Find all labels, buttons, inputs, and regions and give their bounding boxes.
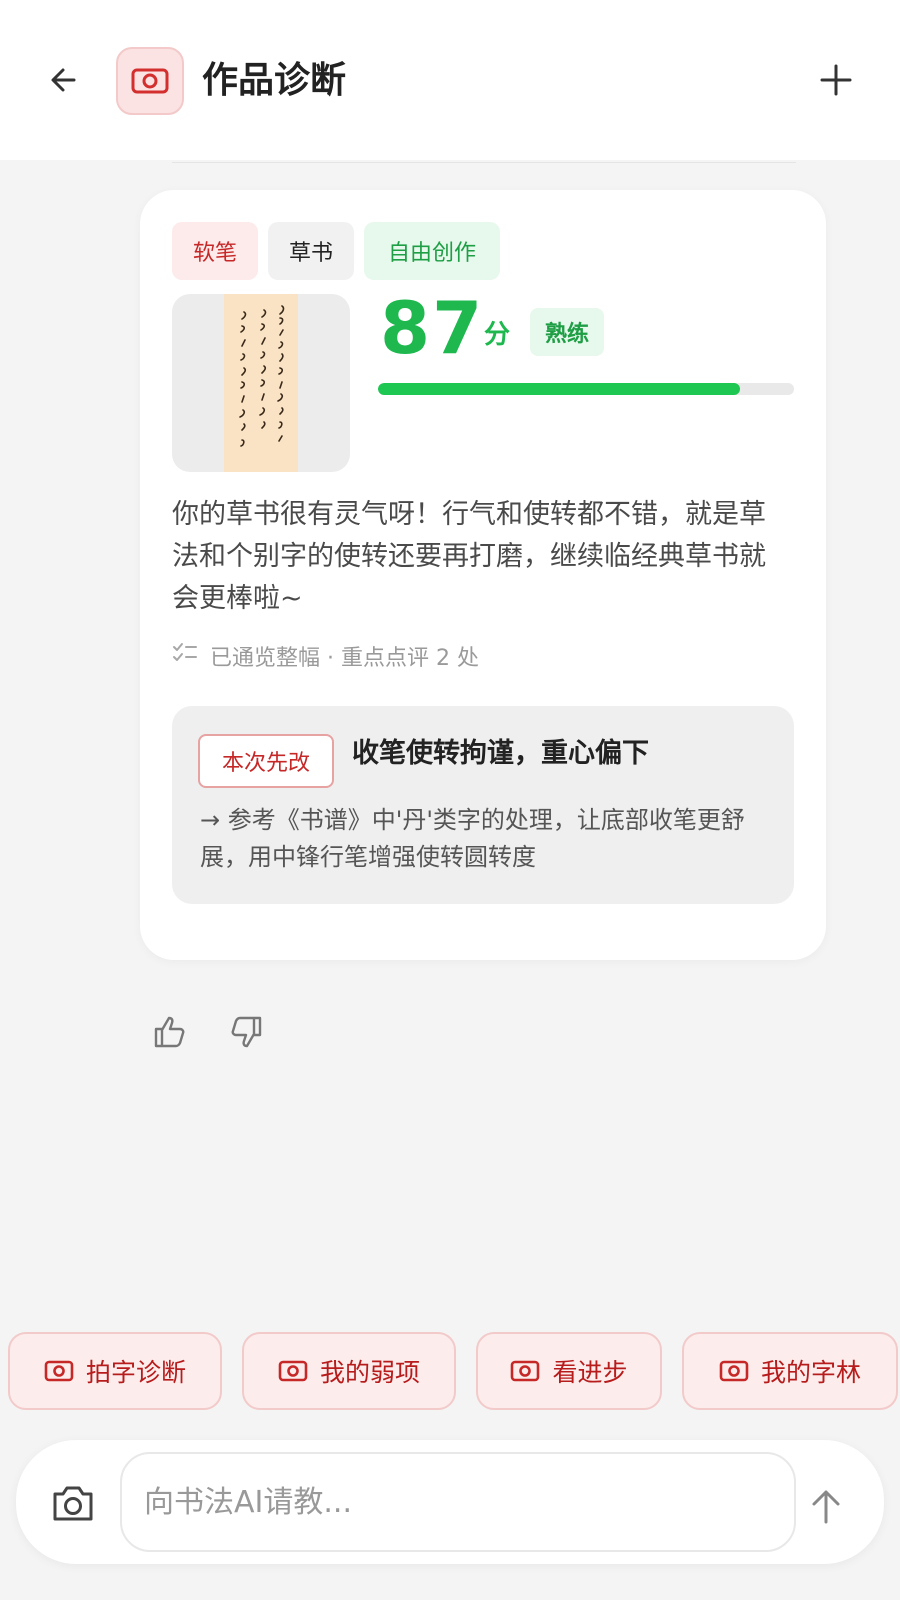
- app-header: 作品诊断: [0, 0, 900, 160]
- quick-action-my-collection[interactable]: 我的字林: [682, 1332, 898, 1410]
- send-arrow-icon[interactable]: [804, 1484, 848, 1528]
- overview-line: 已通览整幅 · 重点点评 2 处: [172, 640, 479, 672]
- chip-label: 看进步: [552, 1358, 628, 1387]
- camera-badge-icon: [116, 47, 184, 115]
- camera-badge-icon: [278, 1360, 308, 1382]
- calligraphy-image: [224, 294, 298, 472]
- score-unit: 分: [484, 320, 511, 350]
- artwork-thumbnail[interactable]: [172, 294, 350, 472]
- quick-action-photo-diagnose[interactable]: 拍字诊断: [8, 1332, 222, 1410]
- tag-script-style: 草书: [268, 222, 354, 280]
- chip-label: 我的弱项: [319, 1358, 420, 1387]
- diagnosis-card: 软笔 草书 自由创作 87 分 熟练 你的草书很有灵气呀！行气和使转都不错，就是…: [140, 190, 826, 960]
- camera-badge-icon: [719, 1360, 749, 1382]
- chip-label: 拍字诊断: [85, 1358, 186, 1387]
- score-progress-bar: [378, 383, 794, 395]
- checklist-icon: [172, 642, 198, 670]
- chip-label: 我的字林: [760, 1358, 861, 1387]
- back-arrow-icon[interactable]: [40, 56, 88, 104]
- camera-badge-icon: [44, 1360, 74, 1382]
- thumbs-up-icon[interactable]: [152, 1014, 188, 1050]
- tag-work-mode: 自由创作: [364, 222, 500, 280]
- level-badge: 熟练: [530, 308, 604, 356]
- plus-icon[interactable]: [812, 56, 860, 104]
- overview-text: 已通览整幅 · 重点点评 2 处: [210, 646, 479, 671]
- thumbs-down-icon[interactable]: [228, 1014, 264, 1050]
- diagnosis-summary: 你的草书很有灵气呀！行气和使转都不错，就是草法和个别字的使转还要再打磨，继续临经…: [172, 499, 766, 614]
- header-divider: [172, 162, 796, 163]
- priority-badge: 本次先改: [198, 734, 334, 788]
- chat-input[interactable]: [120, 1452, 796, 1552]
- tip-body: → 参考《书谱》中'丹'类字的处理，让底部收笔更舒展，用中锋行笔增强使转圆转度: [200, 806, 745, 871]
- tip-title: 收笔使转拘谨，重心偏下: [352, 738, 649, 769]
- priority-tip: 本次先改 收笔使转拘谨，重心偏下 → 参考《书谱》中'丹'类字的处理，让底部收笔…: [172, 706, 794, 904]
- quick-action-progress[interactable]: 看进步: [476, 1332, 662, 1410]
- score-progress-fill: [378, 383, 740, 395]
- camera-badge-icon: [511, 1360, 540, 1382]
- score-value: 87: [380, 286, 485, 370]
- camera-icon[interactable]: [50, 1482, 96, 1524]
- tag-brush-type: 软笔: [172, 222, 258, 280]
- chat-input-bar: [16, 1440, 884, 1564]
- page-title: 作品诊断: [202, 60, 347, 101]
- quick-action-weak-points[interactable]: 我的弱项: [242, 1332, 456, 1410]
